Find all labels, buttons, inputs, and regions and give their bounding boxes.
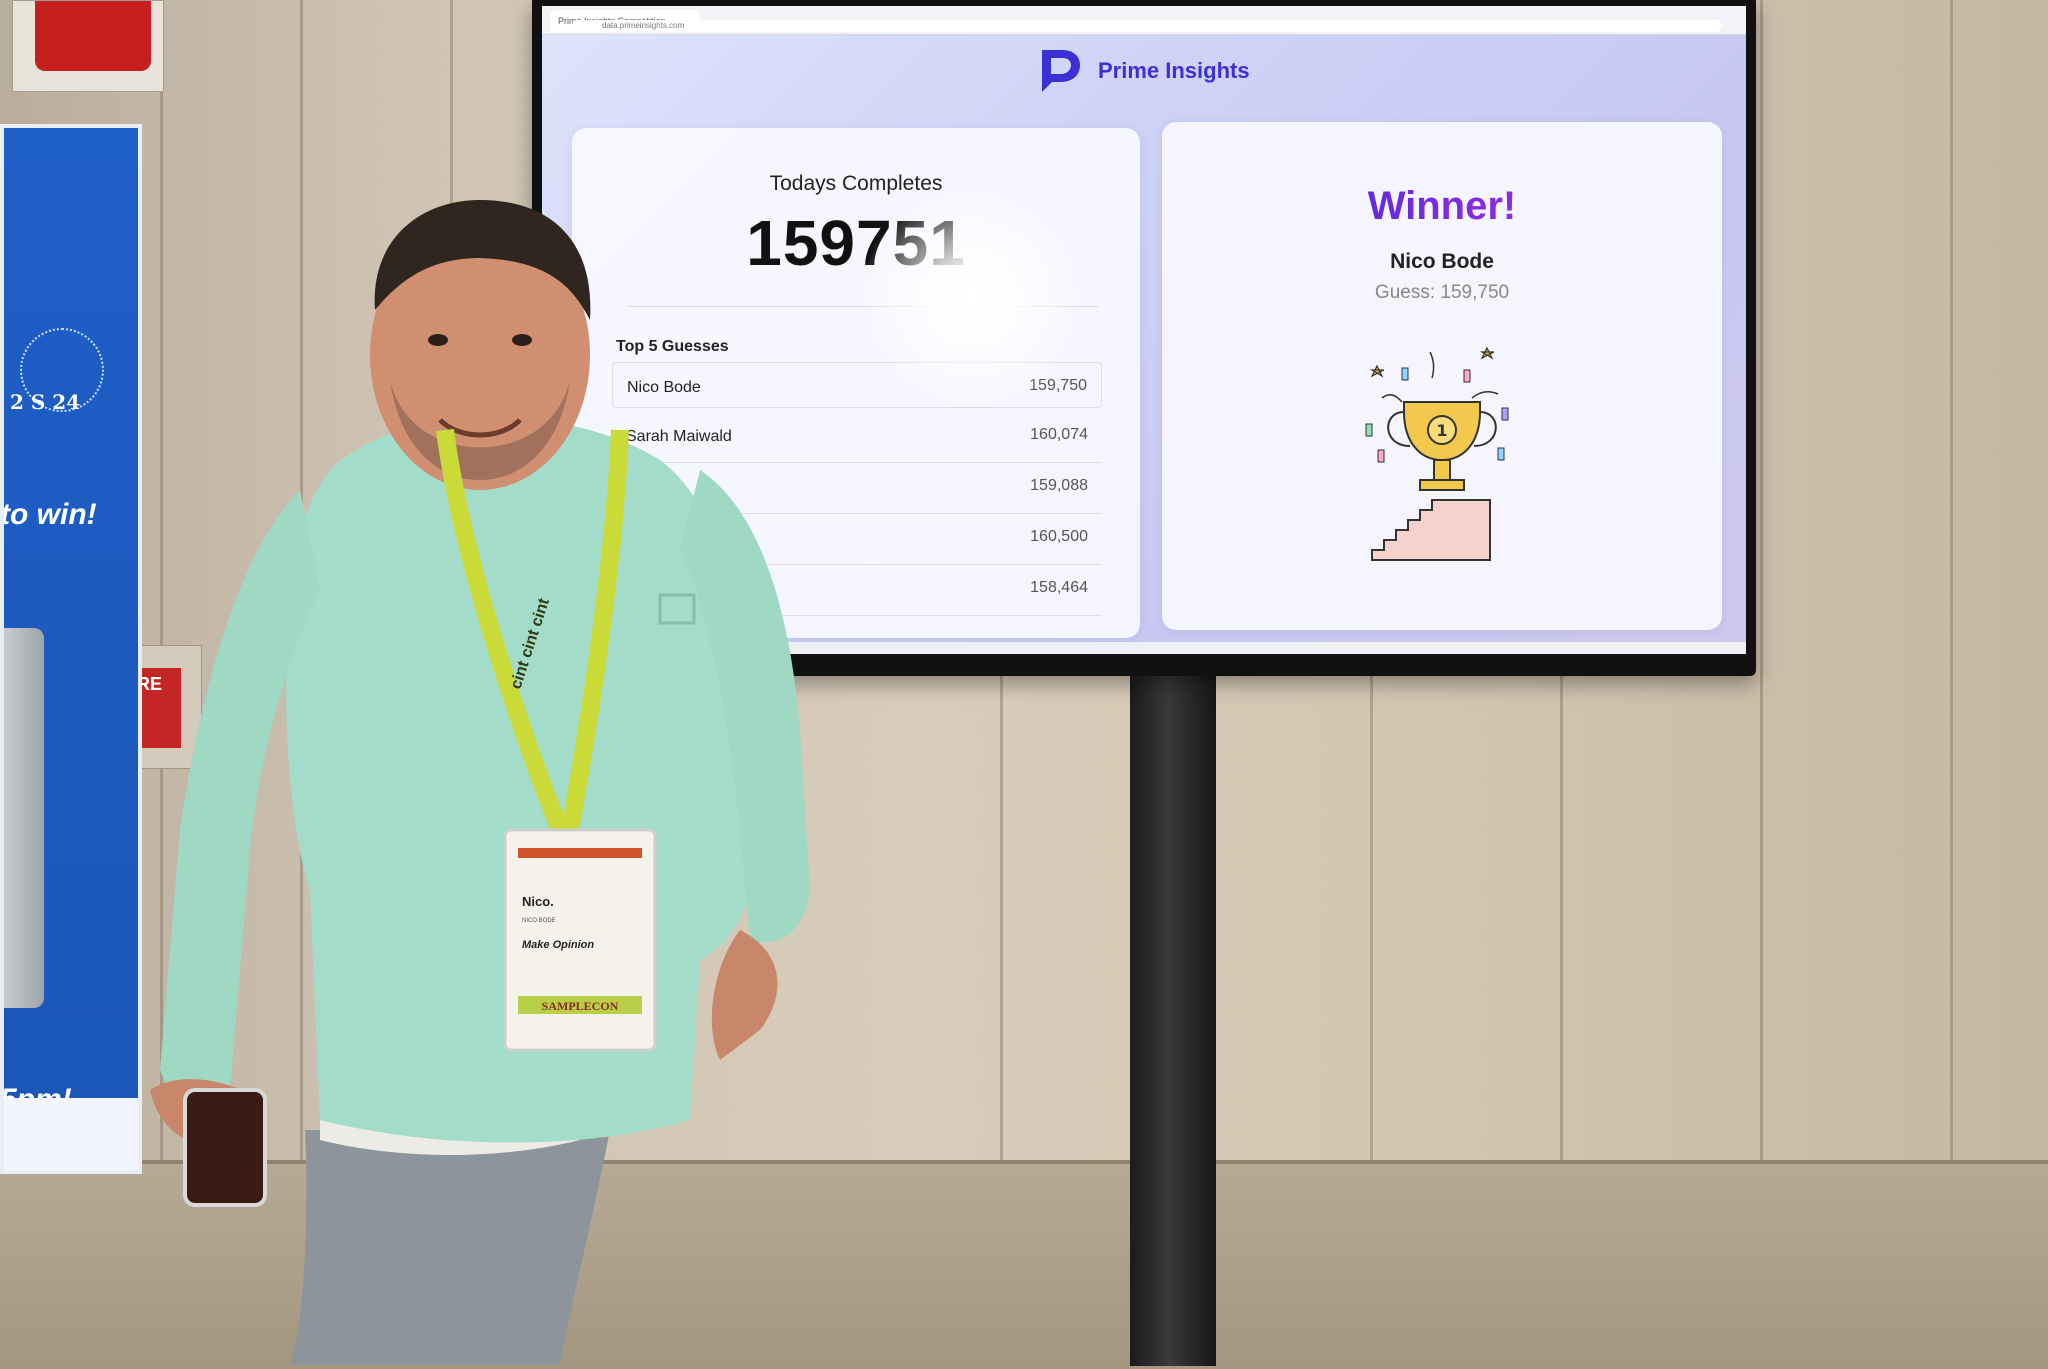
banner-line-1: to win!: [0, 498, 97, 531]
brand-name: Prime Insights: [1098, 58, 1250, 83]
brand-header: Prime Insights: [1034, 44, 1250, 98]
browser-url[interactable]: data.primeinsights.com: [572, 20, 1722, 32]
banner-device-image: [4, 628, 44, 1008]
person-nico: cint cint cint Nico. NICO BODE Make Opin…: [150, 200, 810, 1365]
name-badge: Nico. NICO BODE Make Opinion SAMPLECON: [503, 828, 657, 1052]
glass-icon: [183, 1088, 267, 1207]
winner-title: Winner!: [1162, 184, 1722, 229]
tv-stand: [1130, 676, 1216, 1366]
badge-company: Make Opinion: [522, 939, 594, 951]
alarm-horn: [35, 1, 151, 71]
guess-value: 160,074: [1030, 426, 1088, 443]
svg-text:1: 1: [1436, 421, 1447, 440]
event-banner: 2 S 24 to win! 5pm! hts: [0, 124, 142, 1174]
banner-logo-text: 2 S 24: [10, 390, 81, 414]
guess-value: 160,500: [1030, 528, 1088, 545]
trophy-icon: 1: [1365, 346, 1509, 561]
badge-first-name: Nico.: [522, 894, 554, 909]
browser-chrome: Prime Insights Competition data.primeins…: [542, 6, 1746, 35]
guess-value: 159,750: [1029, 377, 1087, 394]
winner-name: Nico Bode: [1390, 250, 1494, 273]
badge-full-name: NICO BODE: [522, 918, 556, 924]
guess-value: 159,088: [1030, 477, 1088, 494]
guess-value: 158,464: [1030, 579, 1088, 596]
badge-event: SAMPLECON: [542, 999, 619, 1013]
wall-alarm: [12, 0, 164, 92]
banner-footer: [4, 1098, 138, 1170]
prime-insights-logo-icon: [1042, 50, 1080, 92]
winner-guess: Guess: 159,750: [1374, 282, 1510, 303]
winner-card: Winner! Nico Bode Guess: 159,750 1: [1162, 122, 1722, 630]
photo-scene: FIRE 2 S 24 to win! 5pm! hts Prime Insig…: [0, 0, 2048, 1369]
